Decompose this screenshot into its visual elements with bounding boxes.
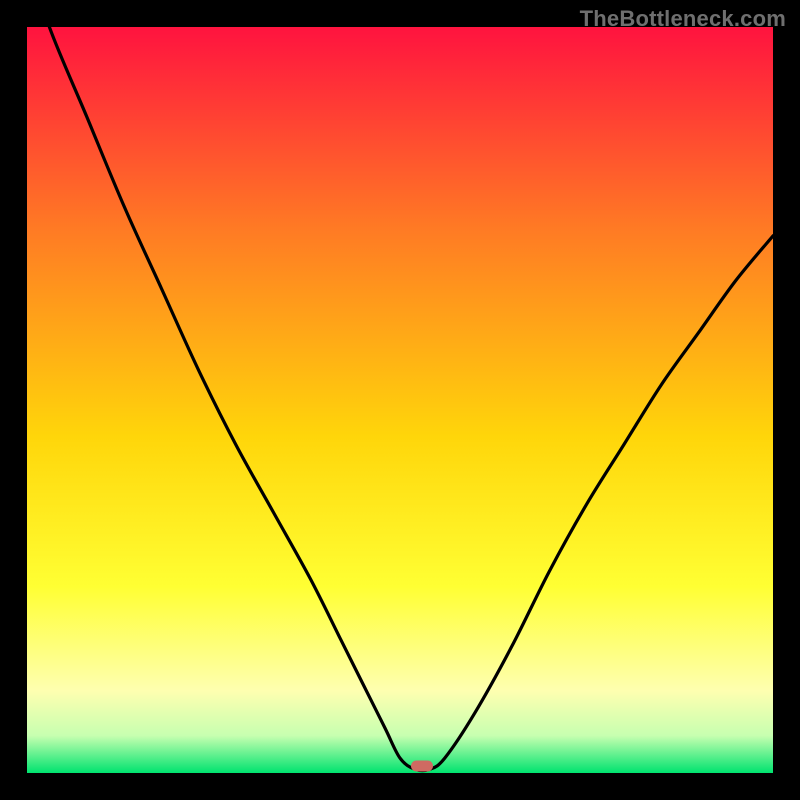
gradient-background [27,27,773,773]
plot-area [27,27,773,773]
watermark-text: TheBottleneck.com [580,6,786,32]
bottleneck-chart [27,27,773,773]
minimum-marker [411,760,433,771]
chart-frame: TheBottleneck.com [0,0,800,800]
